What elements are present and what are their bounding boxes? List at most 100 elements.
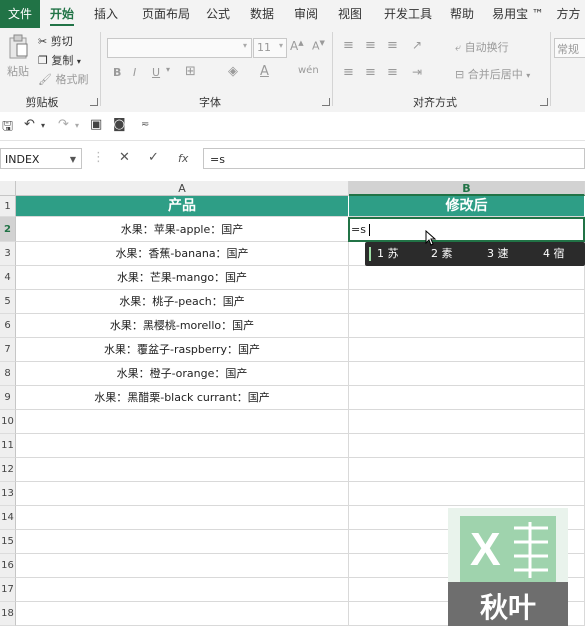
ime-candidate[interactable]: 3 速 <box>487 242 509 266</box>
row-header[interactable]: 17 <box>0 578 16 602</box>
cell-a[interactable] <box>16 458 349 482</box>
active-cell-b2[interactable]: =s <box>348 217 585 242</box>
wrap-text-button[interactable]: ⤶ 自动换行 <box>455 39 509 55</box>
tab-fangfang[interactable]: 方方 <box>552 0 585 28</box>
cell-a[interactable] <box>16 554 349 578</box>
row-header[interactable]: 4 <box>0 266 16 290</box>
cell-a[interactable] <box>16 578 349 602</box>
redo-icon[interactable]: ↷ <box>58 117 69 132</box>
undo-icon[interactable]: ↶ <box>24 117 35 132</box>
increase-font-button[interactable]: A▲ <box>290 39 304 53</box>
cell-a[interactable] <box>16 530 349 554</box>
row-header[interactable]: 18 <box>0 602 16 626</box>
cell-b[interactable] <box>349 290 585 314</box>
cell-a[interactable] <box>16 602 349 626</box>
italic-button[interactable]: I <box>133 66 136 79</box>
cell-a[interactable] <box>16 482 349 506</box>
tab-review[interactable]: 审阅 <box>288 0 324 28</box>
cell-b[interactable] <box>349 362 585 386</box>
cell-b[interactable] <box>349 338 585 362</box>
cell-b1[interactable]: 修改后 <box>349 196 585 217</box>
cell-b[interactable] <box>349 458 585 482</box>
cell-b[interactable] <box>349 314 585 338</box>
cell-a[interactable] <box>16 506 349 530</box>
font-size-select[interactable]: 11 ▾ <box>253 38 287 58</box>
select-all-corner[interactable] <box>0 181 16 196</box>
cell-a[interactable]: 水果：香蕉-banana：国产 <box>16 242 349 266</box>
align-left-icon[interactable]: ≡ <box>343 65 354 80</box>
tab-easy-tools[interactable]: 易用宝 ™ <box>488 0 548 28</box>
copy-button[interactable]: ❐ 复制 ▾ <box>38 52 81 68</box>
row-header[interactable]: 6 <box>0 314 16 338</box>
row-header[interactable]: 3 <box>0 242 16 266</box>
chevron-down-icon[interactable]: ▾ <box>166 65 170 74</box>
form-icon[interactable]: ▣ <box>90 117 102 132</box>
row-header[interactable]: 7 <box>0 338 16 362</box>
cell-a1[interactable]: 产品 <box>16 196 349 217</box>
fill-color-icon[interactable]: ◈ <box>228 64 238 79</box>
chevron-down-icon[interactable]: ▾ <box>75 121 79 130</box>
name-box[interactable]: INDEX ▼ <box>0 148 82 169</box>
row-header[interactable]: 13 <box>0 482 16 506</box>
row-header[interactable]: 11 <box>0 434 16 458</box>
row-header[interactable]: 9 <box>0 386 16 410</box>
cell-b[interactable] <box>349 434 585 458</box>
tab-developer[interactable]: 开发工具 <box>376 0 440 28</box>
font-color-icon[interactable]: A <box>260 64 269 79</box>
indent-icon[interactable]: ⇥ <box>412 65 422 79</box>
tab-data[interactable]: 数据 <box>244 0 280 28</box>
merge-center-button[interactable]: ⊟ 合并后居中 ▾ <box>455 66 530 82</box>
row-header[interactable]: 2 <box>0 217 16 242</box>
cell-a[interactable]: 水果：橙子-orange：国产 <box>16 362 349 386</box>
align-top-icon[interactable]: ≡ <box>343 38 354 53</box>
paste-button[interactable]: 粘贴 <box>6 34 30 79</box>
row-header[interactable]: 12 <box>0 458 16 482</box>
number-format-select[interactable]: 常规 <box>554 38 585 58</box>
save-icon[interactable]: 🖫 <box>2 117 13 139</box>
borders-icon[interactable]: ⊞ <box>185 64 196 79</box>
bold-button[interactable]: B <box>113 66 121 79</box>
cell-a[interactable]: 水果：苹果-apple：国产 <box>16 217 349 242</box>
cell-b[interactable] <box>349 482 585 506</box>
font-name-select[interactable]: ▾ <box>107 38 252 58</box>
column-header-a[interactable]: A <box>16 181 349 196</box>
tab-file[interactable]: 文件 <box>0 0 40 28</box>
customize-toolbar-icon[interactable]: ≂ <box>141 119 149 130</box>
tab-view[interactable]: 视图 <box>332 0 368 28</box>
cell-b[interactable] <box>349 266 585 290</box>
tab-formulas[interactable]: 公式 <box>200 0 236 28</box>
orientation-icon[interactable]: ↗ <box>412 38 422 52</box>
ime-candidate[interactable]: 1 苏 <box>377 242 399 266</box>
align-middle-icon[interactable]: ≡ <box>365 38 376 53</box>
row-header[interactable]: 10 <box>0 410 16 434</box>
row-header[interactable]: 8 <box>0 362 16 386</box>
alignment-launcher-icon[interactable] <box>540 98 548 106</box>
tab-page-layout[interactable]: 页面布局 <box>134 0 198 28</box>
align-bottom-icon[interactable]: ≡ <box>387 38 398 53</box>
enter-button[interactable]: ✓ <box>148 150 159 165</box>
row-header[interactable]: 14 <box>0 506 16 530</box>
cell-a[interactable] <box>16 410 349 434</box>
formula-input[interactable]: =s <box>203 148 585 169</box>
tab-home[interactable]: 开始 <box>44 0 80 28</box>
clipboard-launcher-icon[interactable] <box>90 98 98 106</box>
cell-a[interactable]: 水果：芒果-mango：国产 <box>16 266 349 290</box>
row-header[interactable]: 16 <box>0 554 16 578</box>
cell-b[interactable] <box>349 386 585 410</box>
ime-candidate[interactable]: 4 宿 <box>543 242 565 266</box>
cell-a[interactable]: 水果：桃子-peach：国产 <box>16 290 349 314</box>
cell-a[interactable] <box>16 434 349 458</box>
decrease-font-button[interactable]: A▼ <box>312 39 325 53</box>
format-painter-button[interactable]: 🖌 格式刷 <box>38 71 88 87</box>
camera-icon[interactable]: ◙ <box>113 117 126 132</box>
row-header[interactable]: 1 <box>0 196 16 217</box>
tab-insert[interactable]: 插入 <box>88 0 124 28</box>
align-center-icon[interactable]: ≡ <box>365 65 376 80</box>
chevron-down-icon[interactable]: ▾ <box>41 121 45 130</box>
column-header-b[interactable]: B <box>349 181 585 196</box>
cancel-button[interactable]: ✕ <box>119 150 130 165</box>
font-launcher-icon[interactable] <box>322 98 330 106</box>
underline-button[interactable]: U <box>152 66 160 79</box>
tab-help[interactable]: 帮助 <box>444 0 480 28</box>
row-header[interactable]: 5 <box>0 290 16 314</box>
